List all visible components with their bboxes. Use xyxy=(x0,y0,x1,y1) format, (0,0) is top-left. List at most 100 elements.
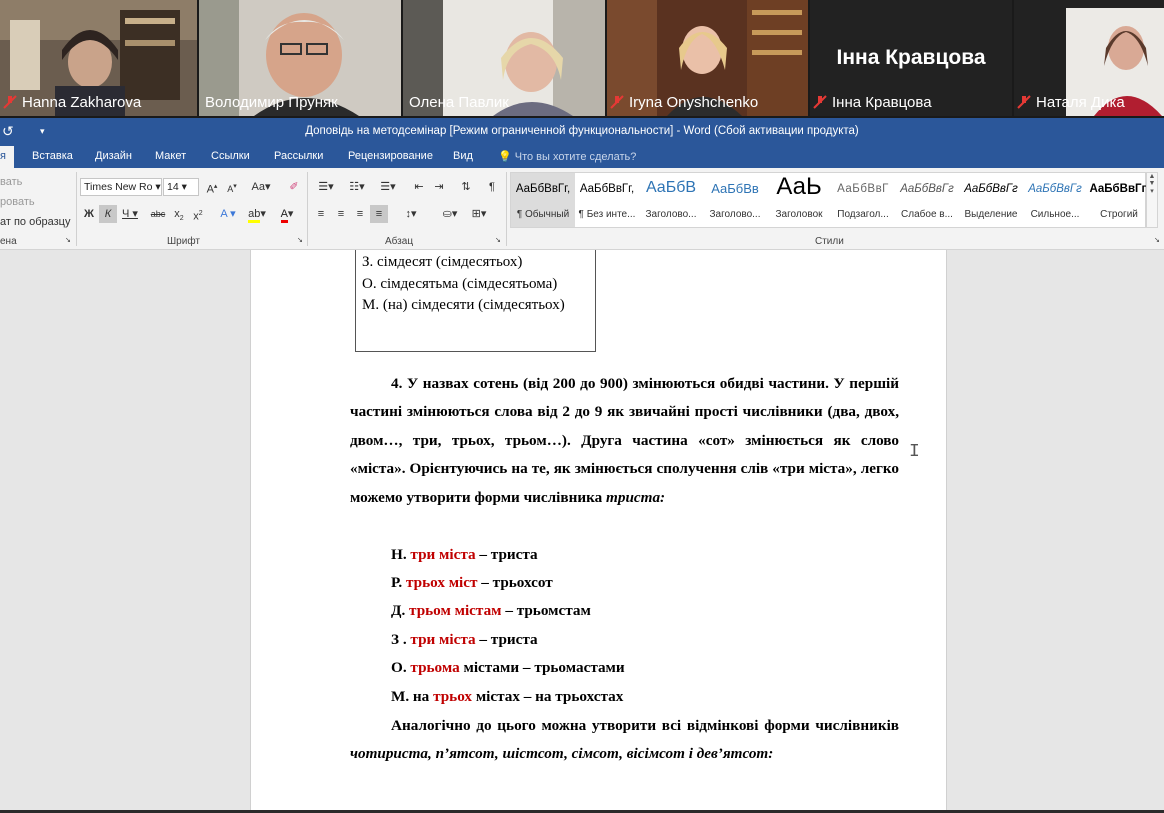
bullets-icon[interactable]: ☰▾ xyxy=(312,178,340,196)
dialog-launcher-icon[interactable]: ↘ xyxy=(1154,236,1160,244)
style-title[interactable]: АаЬ Заголовок xyxy=(767,173,831,227)
participant-tile-5[interactable]: Інна Кравцова Інна Кравцова xyxy=(810,0,1012,116)
change-case-icon[interactable]: Aa▾ xyxy=(248,178,274,196)
case-label: Н. xyxy=(391,546,411,563)
case-label: О. xyxy=(391,659,411,676)
dialog-launcher-icon[interactable]: ↘ xyxy=(297,236,303,244)
style-heading-2[interactable]: АаБбВв Заголово... xyxy=(703,173,767,227)
dialog-launcher-icon[interactable]: ↘ xyxy=(65,236,71,244)
cut-button[interactable]: вать xyxy=(0,176,22,188)
case-label: Р. xyxy=(391,574,406,591)
tell-me-search[interactable]: 💡 Что вы хотите сделать? xyxy=(498,150,636,163)
participant-tile-2[interactable]: Володимир Пруняк xyxy=(199,0,401,116)
shrink-font-icon[interactable]: A▾ xyxy=(223,178,241,196)
align-center-icon[interactable]: ≡ xyxy=(332,205,350,223)
muted-mic-icon xyxy=(1017,95,1031,109)
increase-indent-icon[interactable]: ⇥ xyxy=(430,178,448,196)
decrease-indent-icon[interactable]: ⇤ xyxy=(410,178,428,196)
tab-layout[interactable]: Макет xyxy=(155,150,186,162)
style-heading-1[interactable]: АаБбВ Заголово... xyxy=(639,173,703,227)
sort-icon[interactable]: ⇅ xyxy=(457,178,475,196)
tab-view[interactable]: Вид xyxy=(453,150,473,162)
font-name-combo[interactable]: Times New Ro ▾ xyxy=(80,178,162,196)
style-label: Выделение xyxy=(964,209,1018,220)
show-formatting-marks-icon[interactable]: ¶ xyxy=(483,178,501,196)
style-preview: АаБбВвГг, xyxy=(515,183,571,195)
case-line-nominative: Н. три міста – триста xyxy=(391,546,538,564)
participant-tile-3[interactable]: Олена Павлик xyxy=(403,0,605,116)
participant-tile-4[interactable]: Iryna Onyshchenko xyxy=(607,0,808,116)
shading-icon[interactable]: ⛀▾ xyxy=(437,205,463,223)
case-rest-text: містами – трьомастами xyxy=(459,659,625,676)
style-subtle-emphasis[interactable]: АаБбВвГг Слабое в... xyxy=(895,173,959,227)
format-painter-button[interactable]: ат по образцу xyxy=(0,216,70,228)
ribbon-home: вать ровать ат по образцу ена ↘ Times Ne… xyxy=(0,168,1164,250)
style-preview: АаБбВвГг xyxy=(1028,183,1082,195)
style-subtitle[interactable]: АаБбВвГ Подзагол... xyxy=(831,173,895,227)
grow-font-icon[interactable]: A▴ xyxy=(203,178,221,196)
tab-insert[interactable]: Вставка xyxy=(32,150,73,162)
case-label: З . xyxy=(391,631,411,648)
justify-icon[interactable]: ≡ xyxy=(370,205,388,223)
style-normal[interactable]: АаБбВвГг, ¶ Обычный xyxy=(511,173,575,227)
bold-icon[interactable]: Ж xyxy=(80,205,98,223)
font-color-icon[interactable]: A▾ xyxy=(274,205,300,223)
style-label: Слабое в... xyxy=(901,209,953,220)
tab-design[interactable]: Дизайн xyxy=(95,150,132,162)
style-label: Подзагол... xyxy=(837,209,889,220)
underline-icon[interactable]: Ч ▾ xyxy=(118,205,142,223)
tab-home[interactable]: я xyxy=(0,146,14,168)
declension-table-fragment: З. сімдесят (сімдесятьох) О. сімдесятьма… xyxy=(355,250,596,352)
highlight-color-icon[interactable]: ab▾ xyxy=(244,205,270,223)
word-title-bar: ↺ ▾ Доповідь на методсемінар [Режим огра… xyxy=(0,118,1164,146)
style-emphasis[interactable]: АаБбВвГг Выделение xyxy=(959,173,1023,227)
participant-tile-6[interactable]: Наталя Дика xyxy=(1014,0,1164,116)
font-size-value: 14 xyxy=(167,181,179,193)
paragraph-group-label: Абзац xyxy=(385,236,414,247)
participant-name: Наталя Дика xyxy=(1036,93,1125,111)
text-effects-icon[interactable]: A ▾ xyxy=(216,205,240,223)
style-intense-emphasis[interactable]: АаБбВвГг Сильное... xyxy=(1023,173,1087,227)
case-rest-text: – триста xyxy=(475,631,538,648)
strikethrough-icon[interactable]: abc xyxy=(148,205,168,223)
style-preview: АаБбВвГ xyxy=(837,183,889,195)
case-line-instrumental: О. трьома містами – трьомастами xyxy=(391,659,625,677)
participant-name-bar: Наталя Дика xyxy=(1014,91,1131,113)
muted-mic-icon xyxy=(813,95,827,109)
participant-name-bar: Володимир Пруняк xyxy=(199,91,344,113)
muted-mic-icon xyxy=(610,95,624,109)
numbering-icon[interactable]: ☷▾ xyxy=(343,178,371,196)
multilevel-list-icon[interactable]: ☰▾ xyxy=(374,178,402,196)
tab-references[interactable]: Ссылки xyxy=(211,150,250,162)
style-preview: АаБбВв xyxy=(711,181,759,196)
case-label: М. на xyxy=(391,688,434,705)
style-strong[interactable]: АаБбВвГг, Строгий xyxy=(1087,173,1151,227)
paragraph-text: Аналогічно до цього можна утворити всі в… xyxy=(391,717,899,734)
participant-tile-1[interactable]: Hanna Zakharova xyxy=(0,0,197,116)
case-rest-text: – трьохсот xyxy=(477,574,553,591)
line-spacing-icon[interactable]: ↕▾ xyxy=(398,205,424,223)
style-label: ¶ Без инте... xyxy=(578,209,636,220)
copy-button[interactable]: ровать xyxy=(0,196,35,208)
group-separator xyxy=(76,172,77,246)
font-size-combo[interactable]: 14 ▾ xyxy=(163,178,199,196)
align-left-icon[interactable]: ≡ xyxy=(312,205,330,223)
italic-icon[interactable]: К xyxy=(99,205,117,223)
style-label: Заголово... xyxy=(709,209,761,220)
borders-icon[interactable]: ⊞▾ xyxy=(466,205,492,223)
document-page[interactable]: З. сімдесят (сімдесятьох) О. сімдесятьма… xyxy=(250,250,947,810)
clipboard-group-label: ена xyxy=(0,236,17,247)
superscript-icon[interactable]: x2 xyxy=(189,205,207,223)
subscript-icon[interactable]: x2 xyxy=(170,205,188,223)
style-no-spacing[interactable]: АаБбВвГг, ¶ Без инте... xyxy=(575,173,639,227)
clear-formatting-icon[interactable]: ✐ xyxy=(285,178,303,196)
style-label: Заголовок xyxy=(775,209,823,220)
dialog-launcher-icon[interactable]: ↘ xyxy=(495,236,501,244)
participant-name-bar: Iryna Onyshchenko xyxy=(607,91,764,113)
styles-gallery-scroll[interactable]: ▲ ▼ ▾ xyxy=(1146,172,1158,228)
participant-display-name: Інна Кравцова xyxy=(836,46,986,69)
tab-review[interactable]: Рецензирование xyxy=(348,150,433,162)
tab-mailings[interactable]: Рассылки xyxy=(274,150,323,162)
participant-name: Володимир Пруняк xyxy=(205,93,338,111)
align-right-icon[interactable]: ≡ xyxy=(351,205,369,223)
